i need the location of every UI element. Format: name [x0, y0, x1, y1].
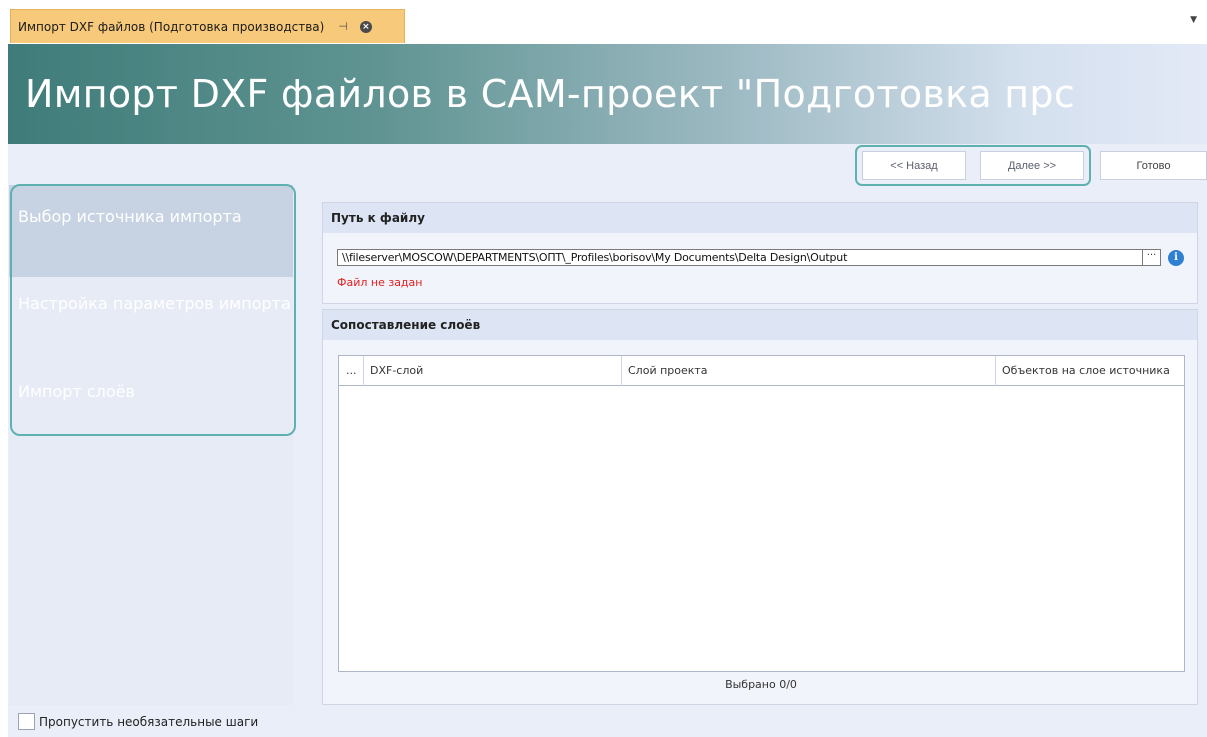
steps-highlight: [10, 184, 296, 436]
skip-optional-steps[interactable]: Пропустить необязательные шаги: [18, 713, 258, 730]
layer-mapping-group-title: Сопоставление слоёв: [323, 310, 1197, 340]
layers-table[interactable]: ... DXF-слой Слой проекта Объектов на сл…: [338, 355, 1185, 672]
close-icon[interactable]: ×: [359, 20, 372, 33]
column-menu-header[interactable]: ...: [339, 356, 364, 386]
chevron-down-icon[interactable]: ▼: [1190, 15, 1197, 25]
wizard-header: Импорт DXF файлов в CAM-проект "Подготов…: [8, 44, 1207, 144]
file-path-group-title: Путь к файлу: [323, 203, 1197, 233]
document-tab-bar: Импорт DXF файлов (Подготовка производст…: [0, 0, 1207, 44]
file-path-input[interactable]: \\fileserver\MOSCOW\DEPARTMENTS\ОПТ\_Pro…: [337, 249, 1143, 266]
nav-buttons-highlight: [855, 145, 1091, 186]
column-project-layer[interactable]: Слой проекта: [622, 356, 996, 386]
column-source-object-count[interactable]: Объектов на слое источника: [996, 356, 1184, 386]
info-icon[interactable]: i: [1168, 250, 1184, 266]
file-path-group: Путь к файлу \\fileserver\MOSCOW\DEPARTM…: [322, 202, 1198, 304]
document-tab[interactable]: Импорт DXF файлов (Подготовка производст…: [10, 9, 405, 43]
tab-title: Импорт DXF файлов (Подготовка производст…: [18, 19, 325, 34]
skip-optional-label: Пропустить необязательные шаги: [39, 714, 259, 729]
layer-mapping-group: Сопоставление слоёв ... DXF-слой Слой пр…: [322, 309, 1198, 705]
pin-icon[interactable]: ⊣: [338, 20, 348, 33]
selection-count: Выбрано 0/0: [725, 678, 797, 691]
file-error-message: Файл не задан: [337, 276, 423, 289]
column-dxf-layer[interactable]: DXF-слой: [364, 356, 622, 386]
layers-table-header: ... DXF-слой Слой проекта Объектов на сл…: [339, 356, 1184, 386]
page-title: Импорт DXF файлов в CAM-проект "Подготов…: [25, 72, 1076, 116]
browse-button[interactable]: ···: [1143, 249, 1161, 266]
skip-optional-checkbox[interactable]: [18, 713, 35, 730]
done-button[interactable]: Готово: [1100, 151, 1207, 180]
